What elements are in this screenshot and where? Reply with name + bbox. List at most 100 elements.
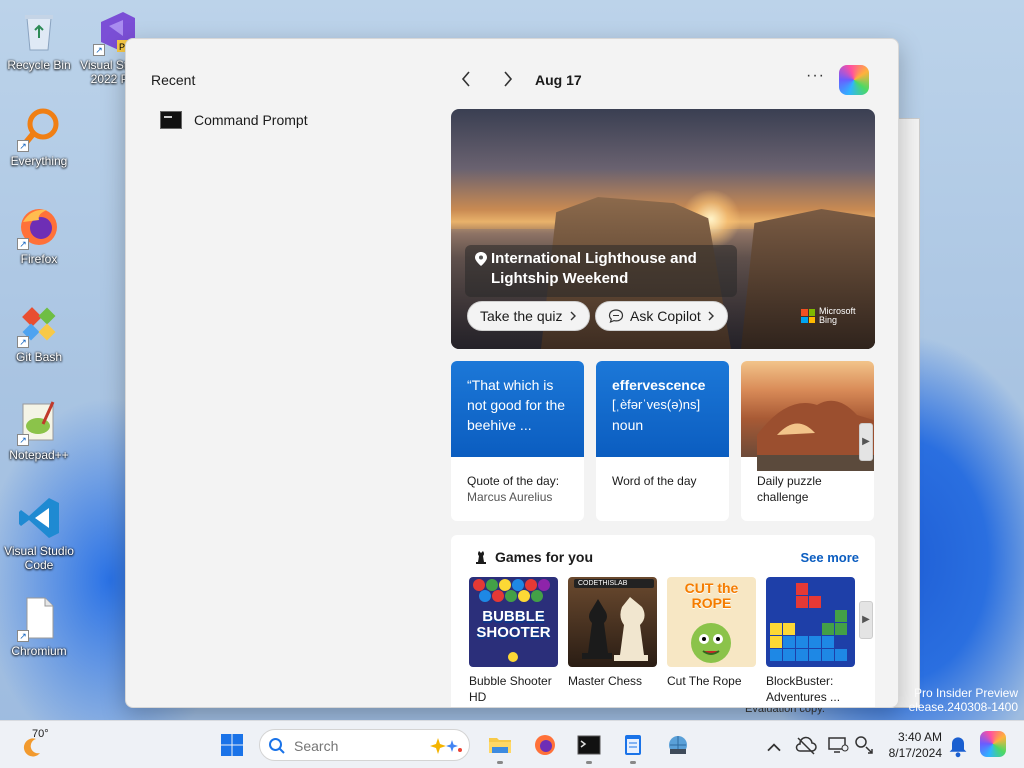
- desktop-icon-label: Firefox: [20, 252, 58, 266]
- chevron-right-icon: [708, 311, 714, 321]
- running-indicator: [630, 761, 636, 764]
- chevron-right-icon: [570, 311, 576, 321]
- previous-day-button[interactable]: [455, 67, 479, 91]
- search-input[interactable]: [294, 736, 414, 756]
- ask-copilot-button[interactable]: Ask Copilot: [595, 301, 728, 331]
- hero-title: International Lighthouse and Lightship W…: [491, 250, 697, 287]
- display-icon[interactable]: [826, 733, 850, 757]
- card-title: Quote of the day:: [467, 474, 560, 488]
- game-thumbnail: CODETHISLAB: [568, 577, 657, 667]
- watermark-line: Pro Insider Preview: [913, 686, 1018, 700]
- shortcut-arrow-icon: ↗: [17, 140, 29, 152]
- desktop-icon-notepad-plus-plus[interactable]: ↗ Notepad++: [0, 400, 78, 462]
- everything-search-icon: ↗: [17, 106, 61, 152]
- daily-puzzle-card[interactable]: Daily puzzle challenge: [741, 361, 874, 521]
- desktop-icon-vscode[interactable]: Visual Studio Code: [0, 496, 78, 572]
- shortcut-arrow-icon: ↗: [17, 238, 29, 250]
- shortcut-arrow-icon: ↗: [17, 434, 29, 446]
- taskbar-file-explorer[interactable]: [488, 733, 512, 757]
- git-bash-icon: ↗: [17, 302, 61, 348]
- caret-right-icon: ▶: [862, 614, 870, 625]
- next-day-button[interactable]: [495, 67, 519, 91]
- game-tile-cut-the-rope[interactable]: CUT the ROPE Cut The Rope: [667, 577, 756, 689]
- os-watermark: Pro Insider Preview elease.240308-1400: [909, 686, 1018, 714]
- game-tile-bubble-shooter[interactable]: BUBBLE SHOOTER Bubble Shooter HD: [469, 577, 558, 705]
- games-title: Games for you: [495, 549, 594, 565]
- chat-bubble-icon: [608, 309, 624, 324]
- taskbar-terminal[interactable]: [577, 733, 601, 757]
- word-text: effervescence: [612, 377, 706, 393]
- search-icon: [269, 738, 285, 754]
- word-part-of-speech: noun: [612, 417, 644, 433]
- game-thumbnail-text: BUBBLE SHOOTER: [476, 608, 551, 641]
- chevron-right-icon: [504, 71, 513, 87]
- file-icon: ↗: [17, 596, 61, 642]
- notepad-icon: [625, 735, 641, 755]
- game-tile-blockbuster[interactable]: BlockBuster: Adventures ...: [766, 577, 855, 705]
- take-the-quiz-button[interactable]: Take the quiz: [467, 301, 590, 331]
- watermark-line: elease.240308-1400: [908, 700, 1018, 714]
- feed-date: Aug 17: [535, 72, 582, 88]
- quote-of-the-day-card[interactable]: “That which is not good for the beehive …: [451, 361, 584, 521]
- word-pronunciation: [ˌèfərˈves(ə)ns]: [612, 397, 701, 412]
- game-thumbnail-text: CODETHISLAB: [574, 579, 654, 588]
- desktop-icon-chromium[interactable]: ↗ Chromium: [0, 596, 78, 658]
- copilot-icon[interactable]: [839, 65, 869, 95]
- firefox-icon: [535, 735, 555, 755]
- hero-cliff: [741, 209, 875, 349]
- taskbar-search-box[interactable]: [259, 729, 470, 761]
- shortcut-arrow-icon: ↗: [93, 44, 105, 56]
- vscode-icon: [17, 496, 61, 540]
- desktop-icon-label: Notepad++: [9, 448, 69, 462]
- taskbar-firefox[interactable]: [533, 733, 557, 757]
- notification-bell-icon[interactable]: [946, 735, 970, 759]
- running-indicator: [497, 761, 503, 764]
- card-title: Daily puzzle challenge: [757, 474, 822, 504]
- game-name: Bubble Shooter HD: [469, 674, 552, 704]
- command-prompt-icon: [160, 111, 182, 129]
- puzzle-image: [741, 361, 874, 471]
- game-name: Master Chess: [568, 674, 643, 688]
- microsoft-logo-icon: [801, 309, 815, 323]
- taskbar: 70° 3:40 AM 8/17/2024: [0, 720, 1024, 768]
- desktop-icon-everything[interactable]: ↗ Everything: [0, 106, 78, 168]
- game-thumbnail: CUT the ROPE: [667, 577, 756, 667]
- hero-card[interactable]: International Lighthouse and Lightship W…: [451, 109, 875, 349]
- cards-scroll-right-button[interactable]: ▶: [859, 423, 873, 461]
- game-thumbnail: BUBBLE SHOOTER: [469, 577, 558, 667]
- word-of-the-day-card[interactable]: effervescence [ˌèfərˈves(ə)ns] noun Wor…: [596, 361, 729, 521]
- brand-line: Bing: [819, 315, 838, 325]
- network-icon[interactable]: [852, 733, 876, 757]
- ask-copilot-label: Ask Copilot: [630, 308, 701, 324]
- desktop-icon-label: Visual Studio Code: [4, 544, 74, 572]
- recent-heading: Recent: [151, 72, 196, 88]
- system-clock[interactable]: 3:40 AM 8/17/2024: [884, 729, 942, 761]
- running-indicator: [586, 761, 592, 764]
- start-windows-icon[interactable]: [220, 733, 244, 757]
- desktop-icon-label: Recycle Bin: [7, 58, 71, 72]
- recent-item-command-prompt[interactable]: Command Prompt: [160, 111, 308, 129]
- desktop-icon-git-bash[interactable]: ↗ Git Bash: [0, 302, 78, 364]
- quote-text: “That which is not good for the beehive …: [451, 361, 584, 457]
- card-title: Word of the day: [612, 474, 697, 488]
- desktop-icon-firefox[interactable]: ↗ Firefox: [0, 204, 78, 266]
- games-section: Games for you See more BUBBLE SHOOTER Bu…: [451, 535, 875, 707]
- desktop-icon-recycle-bin[interactable]: Recycle Bin: [0, 10, 78, 72]
- more-options-button[interactable]: ···: [806, 67, 825, 85]
- microsoft-bing-brand: Microsoft Bing: [801, 307, 856, 325]
- copilot-taskbar-icon[interactable]: [980, 731, 1006, 757]
- desktop-icon-label: Chromium: [11, 644, 67, 658]
- game-tile-master-chess[interactable]: CODETHISLAB Master Chess: [568, 577, 657, 689]
- caret-right-icon: ▶: [862, 436, 870, 447]
- taskbar-notepad[interactable]: [621, 733, 645, 757]
- recent-item-label: Command Prompt: [194, 112, 308, 128]
- chevron-up-icon[interactable]: [762, 735, 786, 759]
- see-more-link[interactable]: See more: [800, 550, 859, 565]
- arch-landscape-image: [757, 400, 874, 471]
- games-scroll-right-button[interactable]: ▶: [859, 601, 873, 639]
- taskbar-app[interactable]: [666, 733, 690, 757]
- cloud-offline-icon[interactable]: [794, 733, 818, 757]
- globe-app-icon: [669, 736, 687, 754]
- firefox-icon: ↗: [17, 204, 61, 250]
- recycle-bin-icon: [17, 10, 61, 54]
